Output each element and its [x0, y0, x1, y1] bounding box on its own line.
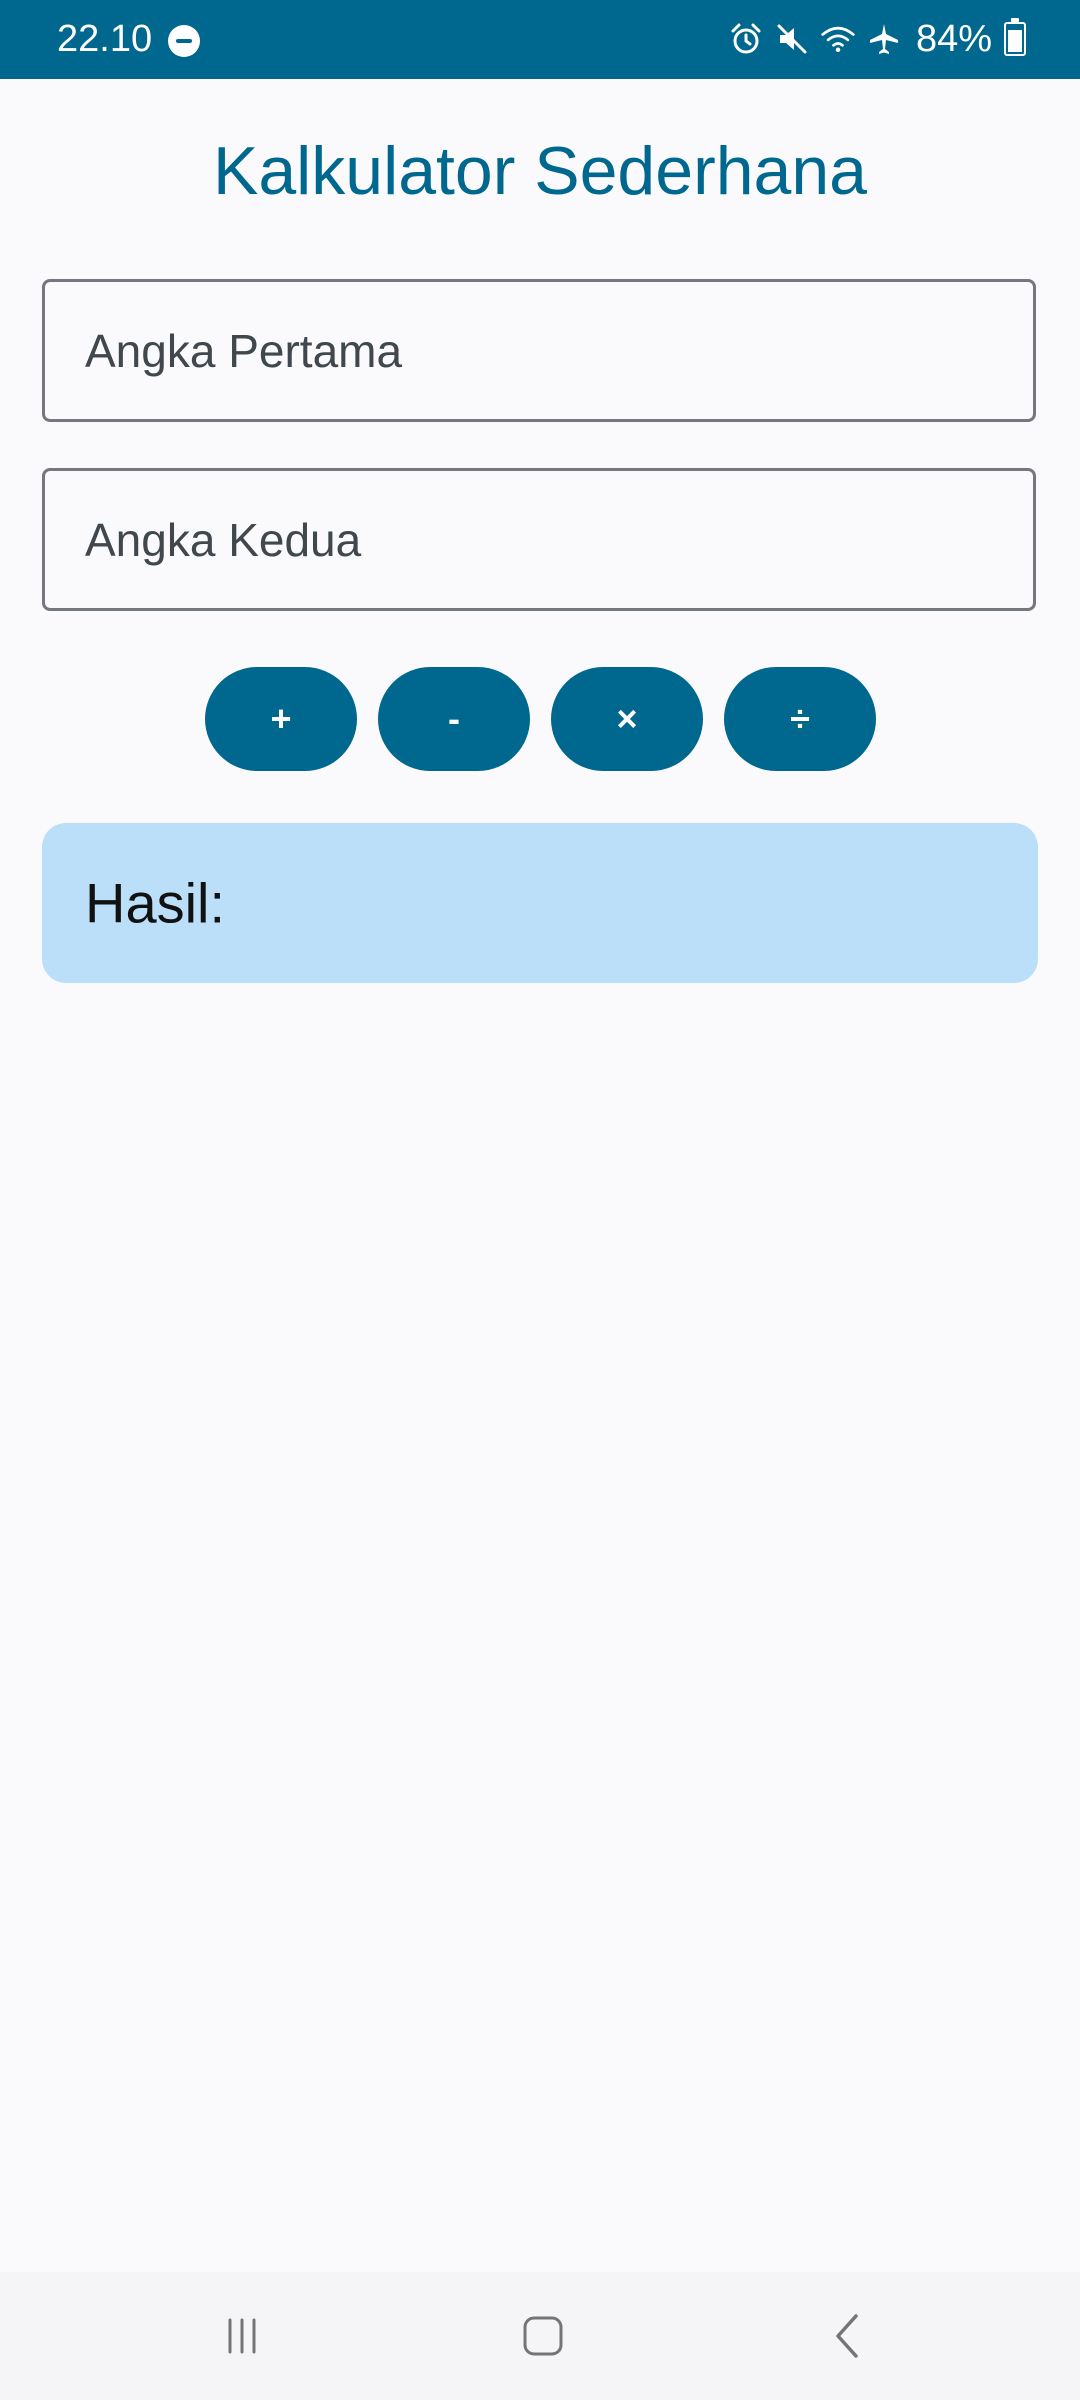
wifi-icon	[820, 21, 856, 57]
recent-apps-icon	[228, 2318, 256, 2354]
add-button[interactable]: +	[205, 667, 357, 771]
status-time: 22.10	[57, 18, 153, 60]
navigation-bar	[0, 2272, 1080, 2400]
first-number-input[interactable]	[45, 282, 1033, 419]
page-title: Kalkulator Sederhana	[212, 133, 867, 209]
mute-icon	[774, 21, 810, 57]
back-icon	[836, 2314, 858, 2358]
alarm-icon	[728, 21, 764, 57]
multiply-button[interactable]: ×	[551, 667, 703, 771]
operation-buttons: + - × ÷	[205, 667, 876, 771]
airplane-icon	[866, 21, 902, 57]
status-icons: 84%	[728, 16, 1027, 62]
first-number-field[interactable]	[42, 279, 1036, 422]
status-bar: 22.10 84%	[0, 0, 1080, 79]
home-icon	[523, 2316, 563, 2356]
back-button[interactable]	[808, 2296, 888, 2376]
minus-circle-icon	[168, 25, 200, 57]
battery-percentage: 84%	[916, 18, 993, 60]
recent-apps-button[interactable]	[202, 2296, 282, 2376]
second-number-field[interactable]	[42, 468, 1036, 611]
divide-button[interactable]: ÷	[724, 667, 876, 771]
result-label: Hasil:	[85, 871, 226, 935]
result-box: Hasil:	[42, 823, 1038, 983]
second-number-input[interactable]	[45, 471, 1033, 608]
subtract-button[interactable]: -	[378, 667, 530, 771]
home-button[interactable]	[503, 2296, 583, 2376]
battery-icon	[1004, 18, 1027, 56]
